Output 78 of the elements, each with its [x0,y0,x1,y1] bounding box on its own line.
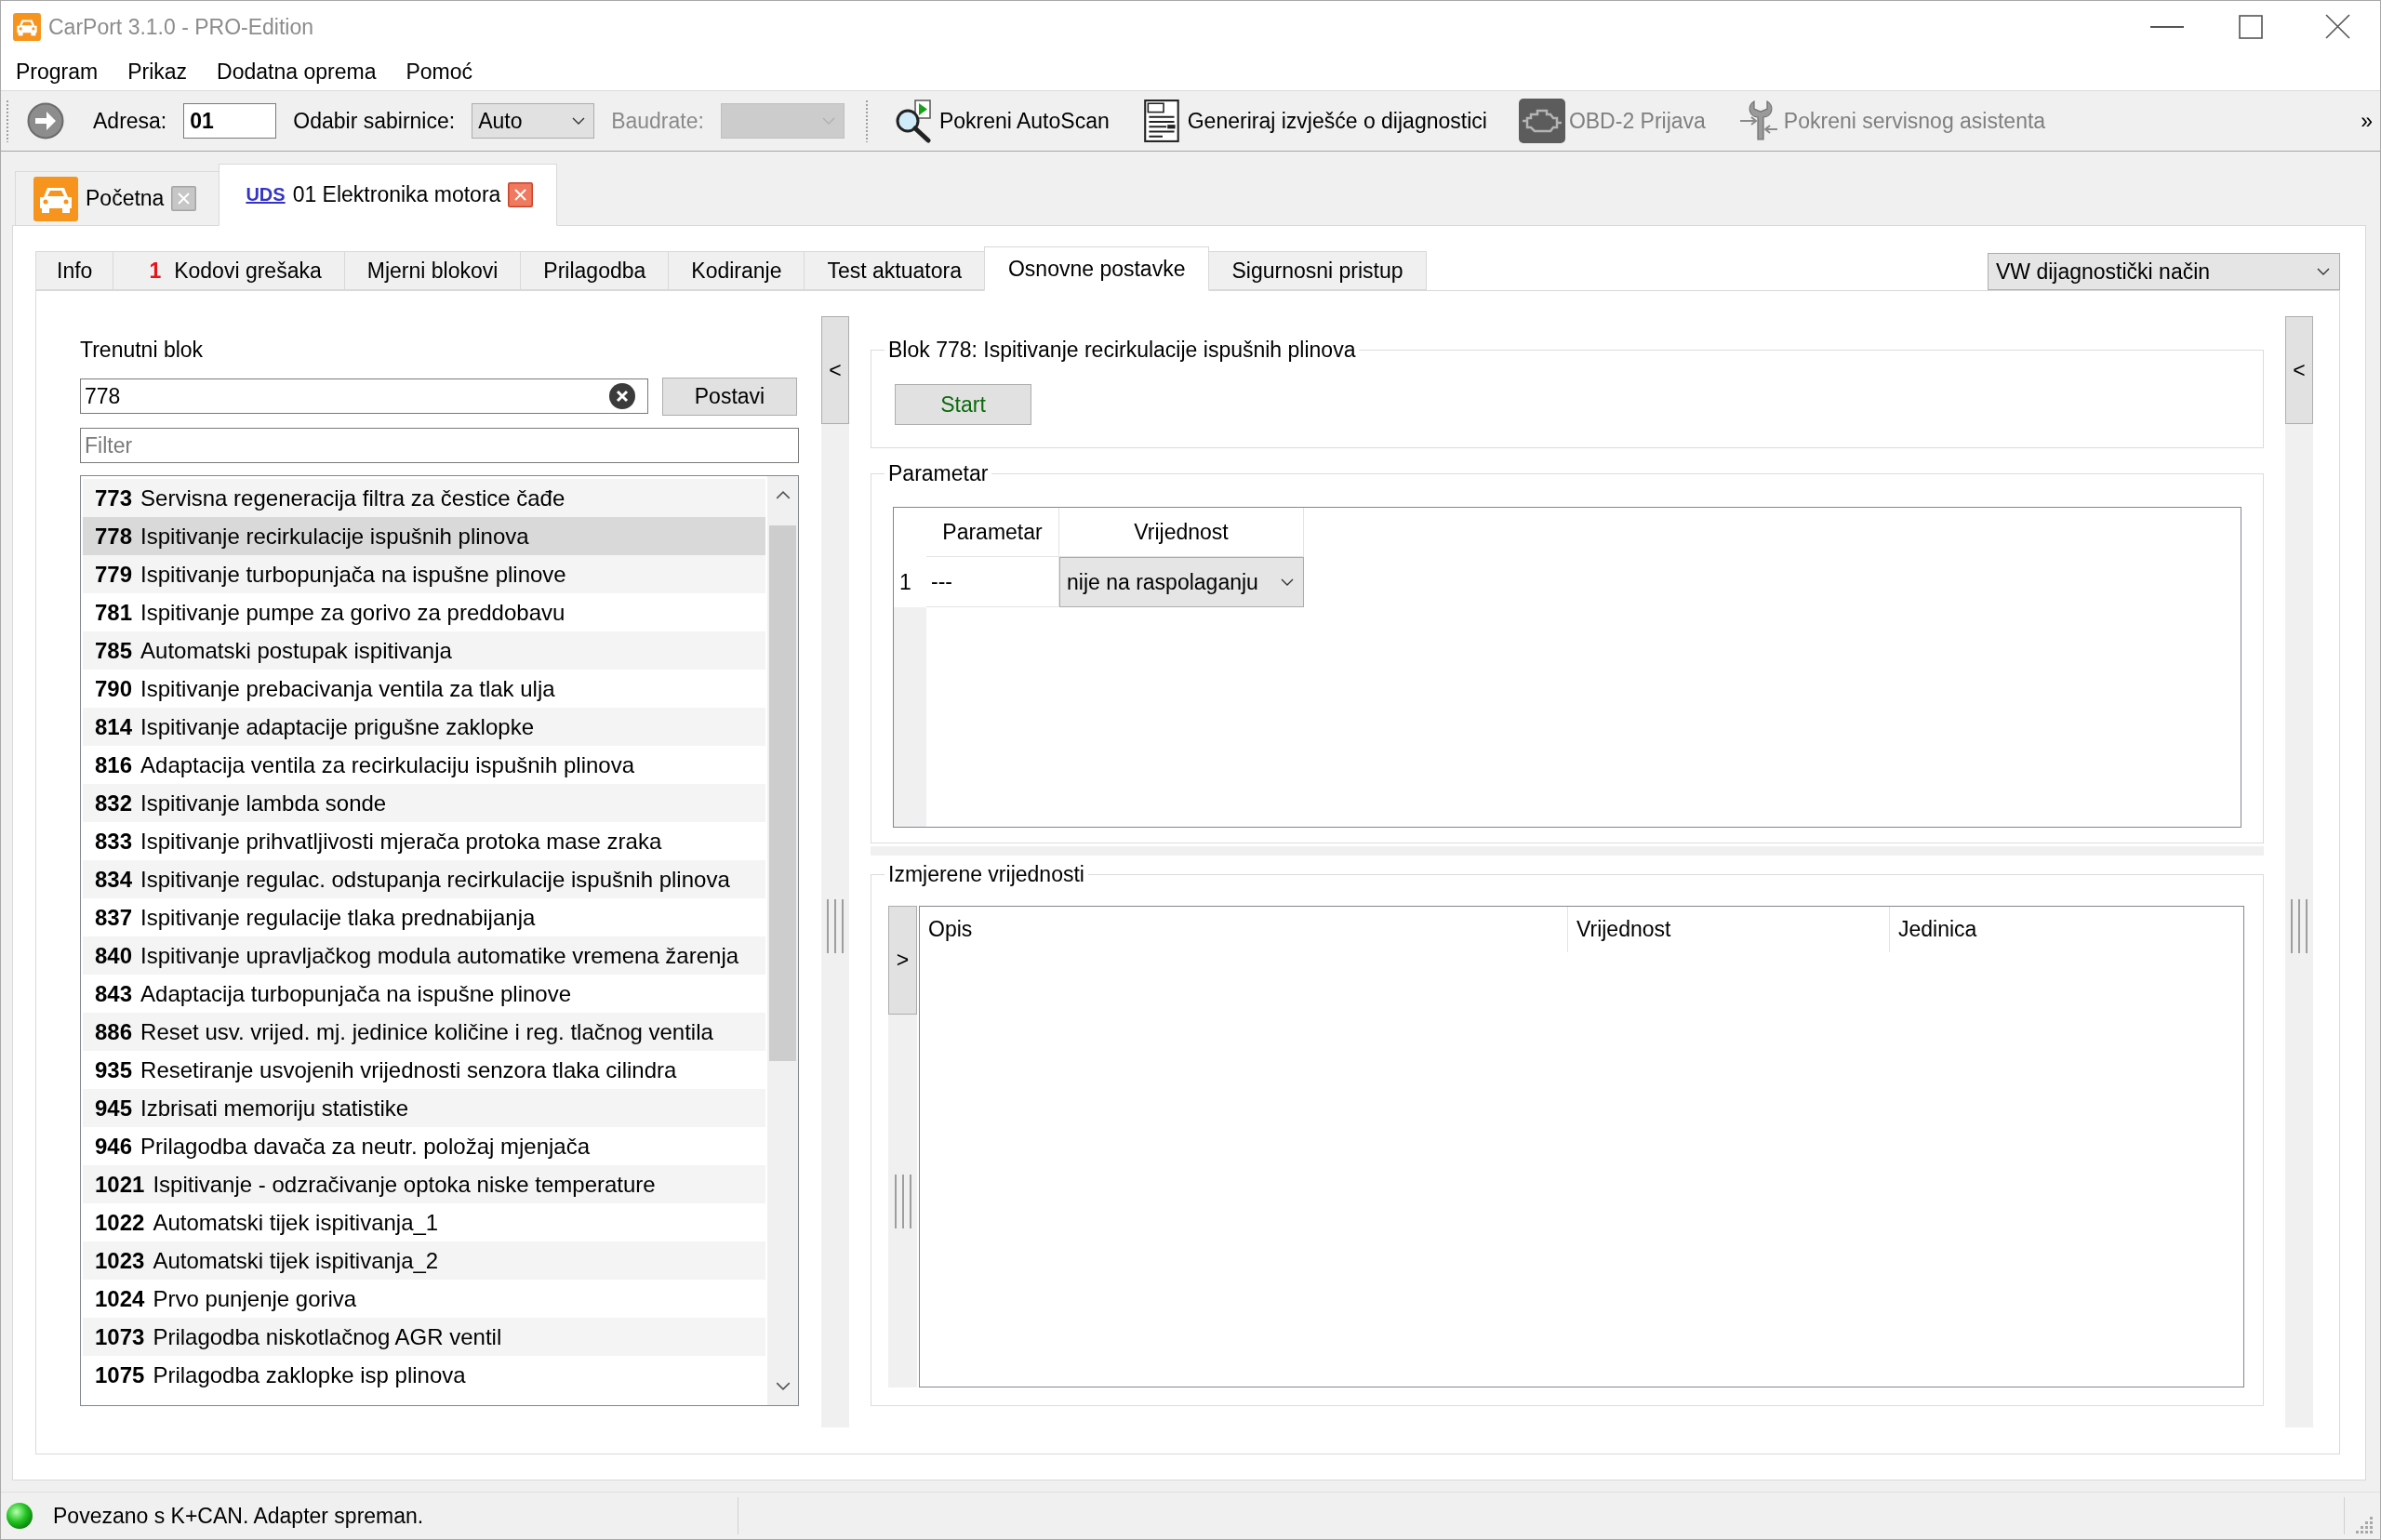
tab[interactable]: Kodiranje [668,251,805,290]
collapse-button[interactable]: < [2285,316,2313,424]
chevron-down-icon[interactable] [2317,268,2330,275]
tab[interactable]: Info [35,251,114,290]
document-tab[interactable]: UDS 01 Elektronika motora [219,164,558,226]
maximize-icon[interactable] [2239,14,2263,39]
address-field[interactable]: 01 [183,103,277,139]
autoscan-button[interactable]: Pokreni AutoScan [892,99,1110,143]
scrollbar-thumb[interactable] [769,525,796,1062]
start-button[interactable]: Start [895,384,1031,425]
expand-button[interactable]: > [888,906,917,1015]
value-dropdown[interactable]: nije na raspolaganju [1059,557,1304,607]
grip-icon[interactable] [2289,898,2309,953]
tab[interactable]: Osnovne postavke [983,246,1210,291]
group-title: Izmjerene vrijednosti [887,861,1085,887]
block-label: Trenutni blok [80,337,204,363]
arrow-right-icon[interactable] [27,102,64,139]
menu-item[interactable]: Prikaz [113,55,203,87]
chevron-up-icon[interactable] [775,491,791,499]
tab[interactable]: Sigurnosni pristup [1208,251,1427,290]
splitter-bar[interactable]: > [888,906,917,1387]
scrollbar-track[interactable] [767,476,798,1405]
tab[interactable]: Test aktuatora [804,251,985,290]
toolbar-overflow[interactable]: » [2361,108,2373,134]
block-list-item[interactable]: 840 Ispitivanje upravljačkog modula automatike vremena žarenja [83,936,765,975]
splitter-bar[interactable]: < [2285,316,2313,1427]
bus-dropdown[interactable]: Auto [472,103,595,139]
grip-icon[interactable] [6,100,9,142]
tab[interactable]: 1 Kodovi grešaka [113,251,345,290]
block-list-item[interactable]: 834 Ispitivanje regulac. odstupanja recirkulacije ispušnih plinova [83,860,765,898]
grip-icon[interactable] [864,100,869,142]
menu-item[interactable]: Program [1,55,113,87]
block-list-item[interactable]: 785 Automatski postupak ispitivanja [83,631,765,670]
close-icon[interactable] [2325,14,2350,39]
status-text: Povezano s K+CAN. Adapter spreman. [53,1503,424,1529]
block-list-item[interactable]: 1021 Ispitivanje - odzračivanje optoka niske temperature [83,1165,765,1203]
document-tab[interactable]: Početna [15,171,220,225]
column-header[interactable]: Opis [920,907,1568,952]
bus-label: Odabir sabirnice: [293,108,456,135]
group-title: Parametar [887,460,990,486]
block-list-item[interactable]: 945 Izbrisati memoriju statistike [83,1089,765,1127]
chevron-down-icon[interactable] [775,1382,791,1390]
block-list-item[interactable]: 832 Ispitivanje lambda sonde [83,784,765,822]
block-list-item[interactable]: 1073 Prilagodba niskotlačnog AGR ventil [83,1318,765,1356]
address-label: Adresa: [93,108,167,135]
column-header[interactable]: Jedinica [1890,907,2243,952]
grip-icon[interactable] [892,1174,913,1228]
block-list-item[interactable]: 1023 Automatski tijek ispitivanja_2 [83,1241,765,1280]
column-header[interactable]: Vrijednost [1568,907,1890,952]
block-list-item[interactable]: 779 Ispitivanje turbopunjača na ispušne plinove [83,555,765,593]
collapse-button[interactable]: < [821,316,849,424]
block-list-item[interactable]: 778 Ispitivanje recirkulacije ispušnih plinova [83,517,765,555]
clear-icon[interactable] [609,383,635,409]
mode-dropdown[interactable]: VW dijagnostički način [1988,253,2340,290]
car-icon [33,176,78,221]
minimize-icon[interactable] [2150,25,2184,28]
report-button[interactable]: Generiraj izvješće o dijagnostici [1140,99,1487,143]
row-header: 1 [898,568,912,596]
block-list-item[interactable]: 773 Servisna regeneracija filtra za čestice čađe [83,479,765,517]
splitter-bar[interactable]: < [821,316,849,1427]
block-list-item[interactable]: 886 Reset usv. vrijed. mj. jedinice količine i reg. tlačnog ventila [83,1013,765,1051]
block-field[interactable]: 778 [80,378,648,414]
tab[interactable]: Mjerni blokovi [343,251,522,290]
tab[interactable]: Prilagodba [520,251,670,290]
block-list-item[interactable]: 814 Ispitivanje adaptacije prigušne zaklopke [83,708,765,746]
set-button[interactable]: Postavi [662,377,797,416]
filter-field[interactable]: Filter [80,428,799,463]
chevron-down-icon[interactable] [572,117,586,125]
menu-item[interactable]: Pomoć [391,55,488,87]
baudrate-label: Baudrate: [611,108,704,135]
window-title: CarPort 3.1.0 - PRO-Edition [48,13,314,41]
group-title: Blok 778: Ispitivanje recirkulacije ispušnih plinova [887,337,1357,363]
chevron-down-icon[interactable] [1281,578,1294,586]
car-icon [13,12,41,41]
column-header[interactable]: Parametar [926,508,1059,557]
close-icon[interactable] [508,182,534,207]
menu-item[interactable]: Dodatna oprema [202,55,392,87]
grip-icon[interactable] [825,898,845,953]
